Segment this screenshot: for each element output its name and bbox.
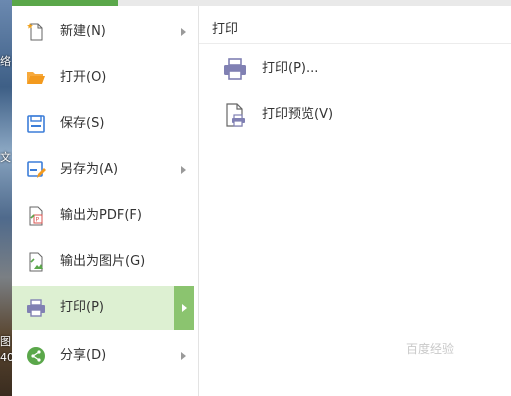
submenu-item-label: 打印(P)...: [262, 61, 319, 76]
printer-icon: [27, 299, 45, 317]
pdf-export-icon: P: [29, 206, 43, 226]
chevron-right-icon: [181, 352, 186, 360]
menu-item-print[interactable]: 打印(P): [12, 286, 194, 330]
menu-item-label: 保存(S): [60, 116, 105, 131]
image-export-icon: [29, 252, 43, 272]
menu-item-label: 打开(O): [60, 70, 107, 85]
menu-item-open[interactable]: 打开(O): [12, 56, 194, 100]
new-file-icon: [27, 23, 43, 41]
save-as-icon: [27, 161, 46, 178]
menu-item-share[interactable]: 分享(D): [12, 334, 194, 378]
menu-item-export-pdf[interactable]: P 输出为PDF(F): [12, 194, 194, 238]
print-preview-icon: [226, 103, 245, 127]
menu-item-save[interactable]: 保存(S): [12, 102, 194, 146]
save-icon: [27, 115, 45, 133]
menu-item-label: 新建(N): [60, 24, 106, 39]
menu-item-label: 打印(P): [60, 300, 104, 315]
menu-item-new[interactable]: 新建(N): [12, 10, 194, 54]
menu-item-label: 输出为PDF(F): [60, 208, 142, 223]
menu-item-label: 分享(D): [60, 348, 107, 363]
desktop-icon-label: 文: [0, 151, 11, 164]
printer-icon: [224, 58, 246, 80]
menu-item-label: 输出为图片(G): [60, 254, 146, 269]
desktop-background: 络 文 图 40: [0, 0, 14, 396]
share-icon: [27, 347, 45, 365]
watermark: 百度经验: [406, 342, 455, 356]
chevron-right-icon: [181, 166, 186, 174]
desktop-icon-label: 络: [0, 55, 11, 68]
menu-item-save-as[interactable]: 另存为(A): [12, 148, 194, 192]
submenu-title: 打印: [212, 22, 239, 37]
menu-item-export-image[interactable]: 输出为图片(G): [12, 240, 194, 284]
divider: [199, 43, 511, 44]
chevron-right-icon: [182, 304, 187, 312]
chevron-right-icon: [181, 28, 186, 36]
file-menu: 新建(N) 打开(O) 保存(S) 另存为(A) P 输出为PDF(F) 输出为…: [12, 6, 199, 396]
folder-open-icon: [27, 72, 45, 84]
submenu-item-label: 打印预览(V): [262, 107, 334, 122]
submenu-item-print-preview[interactable]: 打印预览(V): [219, 95, 499, 135]
menu-item-label: 另存为(A): [60, 162, 119, 177]
desktop-icon-label: 图: [0, 335, 11, 348]
print-submenu: 打印 打印(P)... 打印预览(V): [199, 6, 511, 396]
svg-text:P: P: [36, 217, 40, 224]
submenu-expander[interactable]: [174, 286, 194, 330]
submenu-item-print[interactable]: 打印(P)...: [219, 49, 499, 89]
